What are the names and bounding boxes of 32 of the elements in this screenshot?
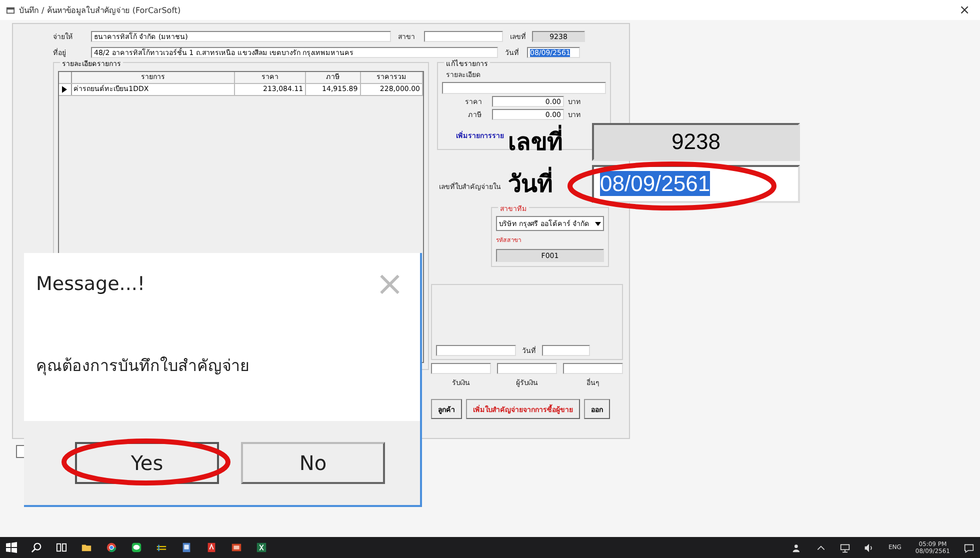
slides-icon[interactable] — [231, 542, 242, 553]
network-icon[interactable] — [840, 542, 850, 552]
folder-icon[interactable] — [81, 542, 92, 553]
dialog-button[interactable]: No — [241, 442, 385, 484]
dialog-message: คุณต้องการบันทึกใบสำคัญจ่าย — [36, 355, 250, 378]
input-field[interactable] — [497, 363, 557, 374]
input-field[interactable] — [563, 363, 623, 374]
browser-icon[interactable] — [106, 542, 117, 553]
sheet-icon[interactable] — [256, 542, 267, 553]
app-icon — [6, 6, 15, 14]
number-field[interactable]: 9238 — [592, 123, 800, 161]
task-view-icon[interactable] — [56, 542, 67, 553]
pdf-icon[interactable] — [206, 542, 217, 553]
caret-icon — [595, 222, 601, 226]
notification-icon[interactable] — [964, 542, 974, 552]
person-icon[interactable] — [792, 542, 802, 552]
volume-icon[interactable] — [864, 542, 874, 552]
input-field[interactable] — [424, 30, 503, 42]
dialog-title: Message...! — [36, 273, 146, 295]
field-label: เลขที่ — [508, 125, 563, 159]
input-field[interactable] — [442, 82, 606, 94]
window-title: บันทึก / ค้นหาข้อมูลใบสำคัญจ่าย (ForCarSoft) — [19, 4, 182, 16]
chat-icon[interactable] — [131, 542, 142, 553]
close-button[interactable]: × — [955, 2, 974, 18]
document-icon[interactable] — [181, 542, 192, 553]
search-icon[interactable] — [31, 542, 42, 553]
windows-logo-icon[interactable] — [6, 542, 17, 553]
input-field[interactable] — [436, 345, 516, 356]
input-field[interactable] — [542, 345, 590, 356]
tool-icon[interactable] — [156, 542, 167, 553]
input-field[interactable] — [431, 363, 491, 374]
field-label: วันที่ — [508, 167, 553, 201]
